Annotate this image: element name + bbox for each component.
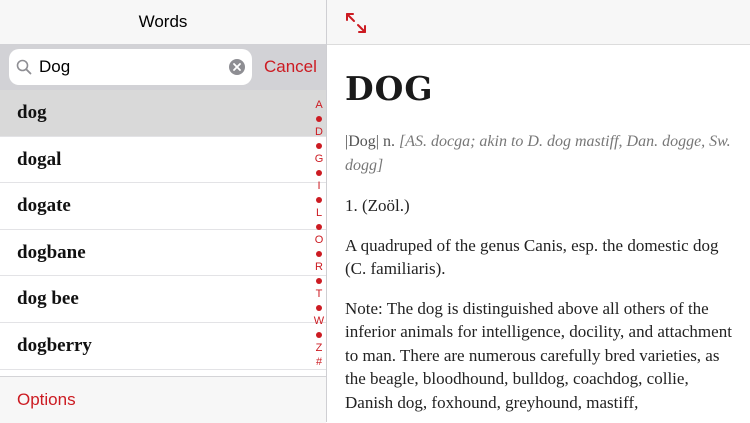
word-label: dog (17, 102, 47, 123)
sense-number: 1. (Zoöl.) (345, 196, 410, 215)
index-letter[interactable]: T (316, 289, 323, 300)
index-letter[interactable]: O (315, 235, 324, 246)
index-dot (316, 224, 322, 230)
word-label: dogbane (17, 241, 86, 263)
index-dot (316, 143, 322, 149)
index-letter[interactable]: D (315, 127, 323, 138)
index-letter[interactable]: # (316, 357, 322, 368)
index-letter[interactable]: G (315, 154, 324, 165)
search-query: Dog (39, 57, 71, 76)
list-item[interactable]: dogbane (0, 230, 326, 277)
cancel-button[interactable]: Cancel (264, 44, 317, 90)
etymology: [AS. docga; akin to D. dog mastiff, Dan.… (345, 133, 731, 174)
list-item[interactable]: dogal (0, 137, 326, 184)
definition-view: DOG |Dog| n. [AS. docga; akin to D. dog … (345, 45, 740, 422)
section-index[interactable]: A D G I L O R T W Z # (312, 100, 326, 368)
index-letter[interactable]: L (316, 208, 322, 219)
search-bar: Dog Cancel (0, 44, 326, 90)
list-item[interactable]: dogate (0, 183, 326, 230)
clear-search-icon[interactable] (229, 59, 245, 75)
detail-nav-bar (327, 0, 750, 45)
definition-text: A quadruped of the genus Canis, esp. the… (345, 235, 719, 279)
options-button[interactable]: Options (17, 377, 76, 423)
index-dot (316, 278, 322, 284)
word-label: dogberry (17, 334, 92, 356)
pronunciation: |Dog| n. (345, 133, 395, 150)
list-item[interactable]: dogberry (0, 323, 326, 370)
expand-icon[interactable] (345, 12, 367, 34)
sidebar-title: Words (138, 12, 188, 31)
word-list-pane: Words Dog Cancel dog dogal dogate dogban… (0, 0, 327, 423)
search-icon (16, 59, 32, 75)
usage-note: Note: The dog is distinguished above all… (345, 298, 732, 412)
word-label: dogal (17, 148, 62, 170)
word-label: dogate (17, 195, 71, 217)
sidebar-toolbar: Options (0, 376, 326, 423)
index-dot (316, 251, 322, 257)
index-letter[interactable]: A (315, 100, 322, 111)
index-dot (316, 332, 322, 338)
index-letter[interactable]: W (314, 316, 324, 327)
index-letter[interactable]: Z (316, 343, 323, 354)
sidebar-nav-bar: Words (0, 0, 326, 44)
search-input[interactable]: Dog (9, 49, 252, 85)
list-item[interactable]: dog (0, 90, 326, 137)
index-dot (316, 305, 322, 311)
word-list: dog dogal dogate dogbane dog bee dogberr… (0, 90, 326, 375)
index-letter[interactable]: I (317, 181, 320, 192)
index-dot (316, 116, 322, 122)
index-letter[interactable]: R (315, 262, 323, 273)
index-dot (316, 170, 322, 176)
pronunciation-line: |Dog| n. [AS. docga; akin to D. dog mast… (345, 130, 740, 178)
headword: DOG (345, 69, 434, 108)
word-label: dog bee (17, 288, 79, 310)
list-item[interactable]: dog bee (0, 276, 326, 323)
index-dot (316, 197, 322, 203)
